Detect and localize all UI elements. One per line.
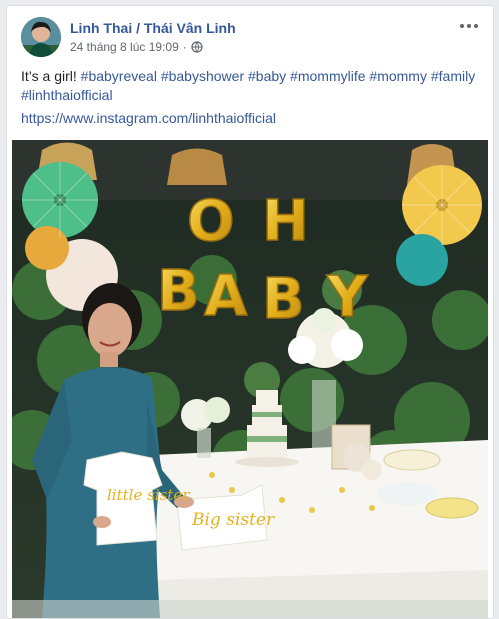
hashtag[interactable]: #babyreveal: [81, 68, 157, 84]
hashtag[interactable]: #baby: [248, 68, 286, 84]
hashtag[interactable]: #mommy: [369, 68, 427, 84]
balloon-letter: H: [262, 189, 309, 254]
hashtag[interactable]: #family: [431, 68, 475, 84]
avatar-image: [21, 17, 61, 57]
post-card: Linh Thai / Thái Vân Linh 24 tháng 8 lúc…: [6, 5, 494, 619]
instagram-link[interactable]: https://www.instagram.com/linhthaioffici…: [21, 110, 276, 126]
post-text: It’s a girl! #babyreveal #babyshower #ba…: [21, 67, 481, 105]
balloon-letter: B: [262, 267, 305, 332]
hashtag[interactable]: #mommylife: [290, 68, 365, 84]
post-timestamp[interactable]: 24 tháng 8 lúc 19:09: [70, 40, 179, 54]
globe-icon[interactable]: [191, 41, 203, 53]
balloon-letter: O: [187, 189, 235, 254]
onesie-big-sister-text: Big sister: [191, 510, 275, 530]
post-photo[interactable]: O H B A B Y Big sister little sister: [12, 140, 488, 618]
onesie-little-sister-text: little sister: [107, 486, 190, 504]
post-meta: 24 tháng 8 lúc 19:09 ·: [70, 40, 203, 54]
avatar[interactable]: [21, 17, 61, 57]
hashtag[interactable]: #babyshower: [161, 68, 244, 84]
more-options-icon[interactable]: [457, 16, 481, 36]
baby-shower-photo: O H B A B Y Big sister little sister: [12, 140, 488, 618]
balloon-letter: B: [157, 259, 200, 324]
meta-separator: ·: [182, 40, 187, 54]
post-text-intro: It’s a girl!: [21, 68, 77, 84]
balloon-letter: A: [204, 264, 248, 329]
author-name[interactable]: Linh Thai / Thái Vân Linh: [70, 20, 236, 36]
hashtag[interactable]: #linhthaiofficial: [21, 87, 113, 103]
